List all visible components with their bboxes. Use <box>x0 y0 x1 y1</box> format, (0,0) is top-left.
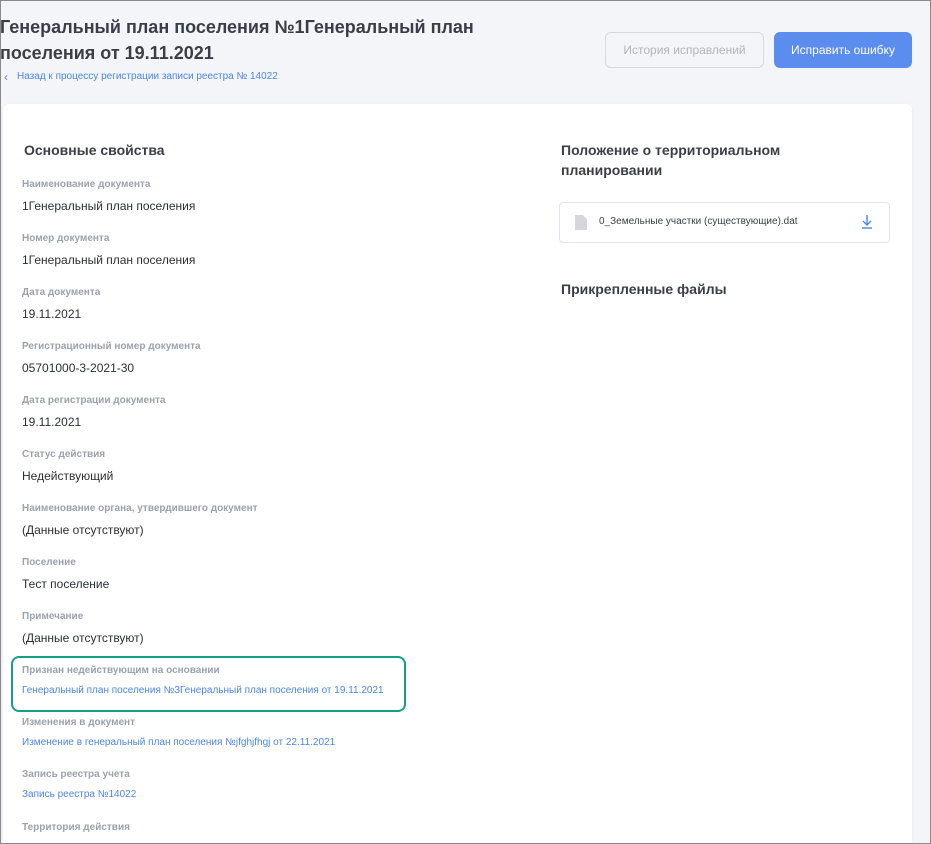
field-label-status: Статус действия <box>22 449 106 460</box>
history-button[interactable]: История исправлений <box>605 32 764 68</box>
field-value-note: (Данные отсутствуют) <box>22 631 144 645</box>
field-value-doc-number: 1Генеральный план поселения <box>22 253 196 267</box>
field-label-changes: Изменения в документ <box>22 717 135 728</box>
field-label-invalid-basis: Признан недействующим на основании <box>22 665 220 676</box>
field-label-reg-date: Дата регистрации документа <box>22 395 166 406</box>
registry-record-link[interactable]: Запись реестра №14022 <box>22 789 136 800</box>
planning-regulation-title: Положение о территориальном планировании <box>561 142 781 178</box>
field-label-doc-number: Номер документа <box>22 233 110 244</box>
changes-link[interactable]: Изменение в генеральный план поселения №… <box>22 737 335 748</box>
field-label-doc-date: Дата документа <box>22 287 101 298</box>
fix-error-button[interactable]: Исправить ошибку <box>774 32 912 68</box>
field-label-registry-record: Запись реестра учета <box>22 769 130 780</box>
page-title: Генеральный план поселения №1Генеральный… <box>0 17 474 63</box>
field-label-doc-name: Наименование документа <box>22 179 151 190</box>
field-value-doc-date: 19.11.2021 <box>22 307 82 321</box>
chevron-left-icon: ‹ <box>4 69 8 84</box>
field-label-settlement: Поселение <box>22 557 76 568</box>
field-label-authority: Наименование органа, утвердившего докуме… <box>22 503 258 514</box>
back-link[interactable]: ‹ Назад к процессу регистрации записи ре… <box>4 69 278 84</box>
field-label-reg-number: Регистрационный номер документа <box>22 341 201 352</box>
file-icon <box>575 215 587 230</box>
field-value-authority: (Данные отсутствуют) <box>22 523 144 537</box>
main-properties-title: Основные свойства <box>24 142 165 158</box>
attached-files-title: Прикрепленные файлы <box>561 281 727 297</box>
field-value-status: Недействующий <box>22 469 114 483</box>
field-value-settlement: Тест поселение <box>22 577 110 591</box>
download-icon[interactable] <box>860 213 874 231</box>
back-link-label: Назад к процессу регистрации записи реес… <box>17 71 278 82</box>
field-value-reg-number: 05701000-3-2021-30 <box>22 361 135 375</box>
invalid-basis-link[interactable]: Генеральный план поселения №3Генеральный… <box>22 685 384 696</box>
file-item[interactable]: 0_Земельные участки (существующие).dat <box>559 202 890 243</box>
file-name: 0_Земельные участки (существующие).dat <box>599 216 798 227</box>
field-label-note: Примечание <box>22 611 84 622</box>
field-value-reg-date: 19.11.2021 <box>22 415 82 429</box>
field-value-doc-name: 1Генеральный план поселения <box>22 199 196 213</box>
field-label-territory: Территория действия <box>22 822 130 833</box>
